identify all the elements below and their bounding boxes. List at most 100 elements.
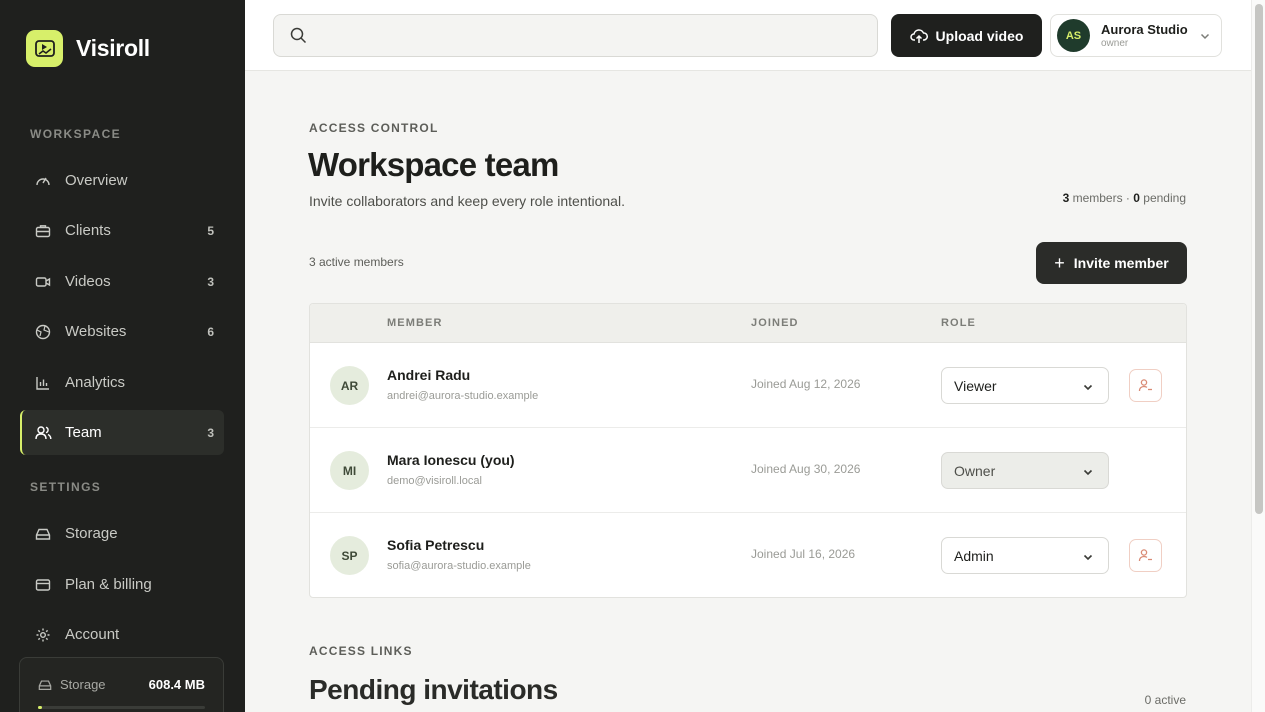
member-joined-date: Joined Aug 12, 2026 <box>751 377 861 391</box>
page-title: Workspace team <box>308 146 559 183</box>
avatar: MI <box>330 451 369 490</box>
role-select-value: Viewer <box>954 377 997 394</box>
search-input[interactable] <box>317 27 857 44</box>
avatar: SP <box>330 536 369 575</box>
eyebrow-access-links: ACCESS LINKS <box>309 644 413 658</box>
topbar: Upload video AS Aurora Studio owner <box>245 0 1251 71</box>
avatar: AR <box>330 366 369 405</box>
sidebar-item-videos[interactable]: Videos 3 <box>20 259 224 304</box>
sidebar-item-overview[interactable]: Overview <box>20 158 224 203</box>
pending-count: 0 <box>1133 191 1140 205</box>
storage-usage-card: Storage 608.4 MB <box>19 657 224 712</box>
users-icon <box>34 424 52 442</box>
pending-invitations-title: Pending invitations <box>309 674 558 705</box>
sidebar-item-label: Websites <box>65 323 127 340</box>
sidebar-item-label: Clients <box>65 222 111 239</box>
member-name: Sofia Petrescu <box>387 537 485 553</box>
user-remove-icon <box>1138 549 1152 562</box>
page-subtitle: Invite collaborators and keep every role… <box>309 193 625 209</box>
table-header: MEMBER JOINED ROLE <box>310 304 1186 343</box>
member-name: Andrei Radu <box>387 367 471 383</box>
chevron-down-icon <box>1082 380 1094 396</box>
drive-icon <box>38 678 52 692</box>
cloud-upload-icon <box>909 28 928 43</box>
account-name: Aurora Studio <box>1101 22 1188 37</box>
brand-name: Visiroll <box>76 35 150 61</box>
upload-video-label: Upload video <box>935 27 1024 44</box>
sidebar-item-account[interactable]: Account <box>20 612 224 657</box>
sidebar-item-websites[interactable]: Websites 6 <box>20 309 224 354</box>
scrollbar-thumb[interactable] <box>1255 4 1263 514</box>
column-header-role: ROLE <box>941 317 976 329</box>
pending-active-count: 0 active <box>1144 693 1186 707</box>
sidebar-item-label: Storage <box>65 525 118 542</box>
table-row: SP Sofia Petrescu sofia@aurora-studio.ex… <box>310 513 1186 597</box>
members-table: MEMBER JOINED ROLE AR Andrei Radu andrei… <box>309 303 1187 598</box>
sidebar: Visiroll WORKSPACE Overview Clients 5 Vi… <box>0 0 245 712</box>
drive-icon <box>34 525 52 543</box>
scrollbar[interactable] <box>1251 0 1265 712</box>
role-select-value: Admin <box>954 547 994 564</box>
sidebar-item-analytics[interactable]: Analytics <box>20 360 224 405</box>
table-row: AR Andrei Radu andrei@aurora-studio.exam… <box>310 343 1186 428</box>
remove-member-button[interactable] <box>1129 369 1162 402</box>
upload-video-button[interactable]: Upload video <box>891 14 1042 57</box>
column-header-joined: JOINED <box>751 317 799 329</box>
chevron-down-icon <box>1199 29 1211 47</box>
brand[interactable]: Visiroll <box>26 30 150 67</box>
member-summary: 3 members · 0 pending <box>1063 191 1186 205</box>
search-icon <box>290 27 307 44</box>
storage-progress-bar <box>38 706 205 709</box>
sidebar-item-plan-billing[interactable]: Plan & billing <box>20 562 224 607</box>
members-label: members · <box>1069 191 1134 205</box>
sidebar-item-label: Team <box>65 424 102 441</box>
user-remove-icon <box>1138 379 1152 392</box>
sidebar-item-count: 6 <box>207 324 214 339</box>
role-select[interactable]: Admin <box>941 537 1109 574</box>
sidebar-item-storage[interactable]: Storage <box>20 511 224 556</box>
sidebar-item-label: Plan & billing <box>65 576 152 593</box>
sidebar-item-clients[interactable]: Clients 5 <box>20 208 224 253</box>
role-select: Owner <box>941 452 1109 489</box>
gauge-icon <box>34 172 52 190</box>
briefcase-icon <box>34 222 52 240</box>
sidebar-item-count: 3 <box>207 425 214 440</box>
search-box[interactable] <box>273 14 878 57</box>
chevron-down-icon <box>1082 550 1094 566</box>
section-workspace-label: WORKSPACE <box>30 127 122 141</box>
remove-member-button[interactable] <box>1129 539 1162 572</box>
invite-member-button[interactable]: + Invite member <box>1036 242 1187 284</box>
bar-chart-icon <box>34 374 52 392</box>
credit-card-icon <box>34 576 52 594</box>
sidebar-item-label: Analytics <box>65 374 126 391</box>
sidebar-item-team[interactable]: Team 3 <box>20 410 224 455</box>
member-email: andrei@aurora-studio.example <box>387 390 539 402</box>
pending-label: pending <box>1139 191 1186 205</box>
gear-icon <box>34 626 52 644</box>
member-email: sofia@aurora-studio.example <box>387 560 531 572</box>
eyebrow-access-control: ACCESS CONTROL <box>309 121 439 135</box>
plus-icon: + <box>1054 252 1065 273</box>
storage-card-label: Storage <box>60 677 106 692</box>
role-select-value: Owner <box>954 462 996 479</box>
chevron-down-icon <box>1082 465 1094 481</box>
member-name: Mara Ionescu (you) <box>387 452 515 468</box>
storage-card-value: 608.4 MB <box>148 677 205 692</box>
account-switcher[interactable]: AS Aurora Studio owner <box>1050 14 1222 57</box>
invite-member-label: Invite member <box>1073 255 1169 271</box>
video-camera-icon <box>34 273 52 291</box>
member-joined-date: Joined Jul 16, 2026 <box>751 547 856 561</box>
section-settings-label: SETTINGS <box>30 480 102 494</box>
visiroll-logo-icon <box>26 30 63 67</box>
sidebar-item-label: Overview <box>65 172 128 189</box>
member-email: demo@visiroll.local <box>387 475 482 487</box>
sidebar-item-label: Account <box>65 626 120 643</box>
globe-icon <box>34 323 52 341</box>
active-members-count: 3 active members <box>309 255 404 269</box>
role-select[interactable]: Viewer <box>941 367 1109 404</box>
avatar: AS <box>1057 19 1090 52</box>
table-row: MI Mara Ionescu (you) demo@visiroll.loca… <box>310 428 1186 513</box>
sidebar-item-label: Videos <box>65 273 111 290</box>
sidebar-item-count: 5 <box>207 223 214 238</box>
column-header-member: MEMBER <box>387 317 443 329</box>
